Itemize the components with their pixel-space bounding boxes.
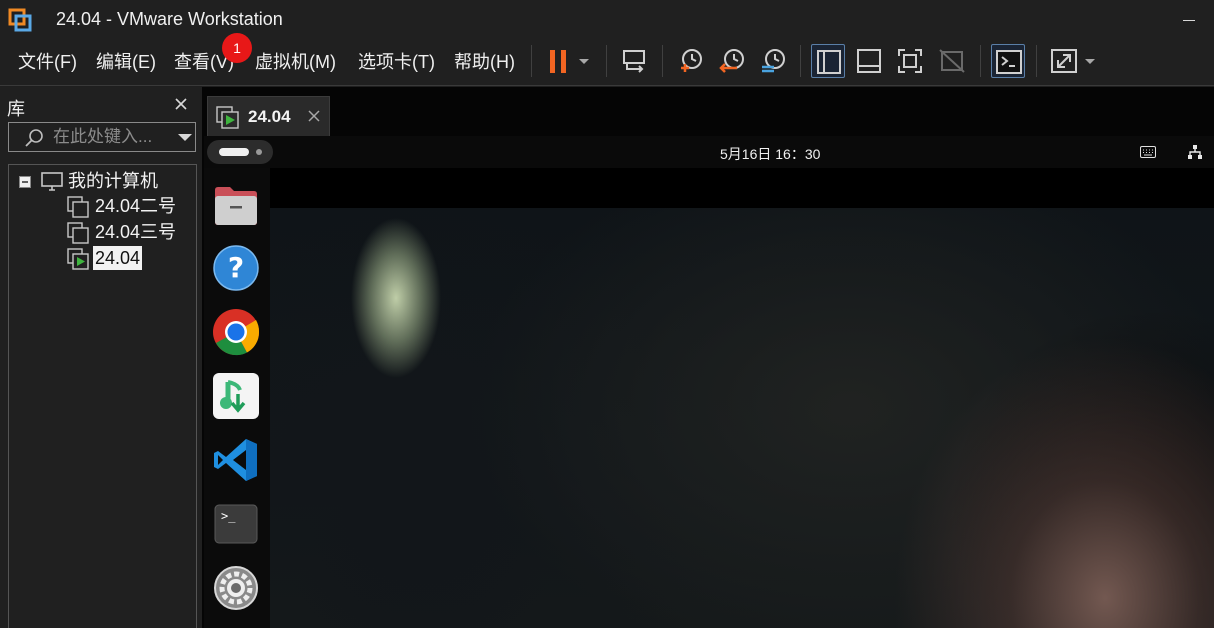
library-panel: 库 我的计算机 24.04二号: [0, 87, 202, 628]
files-icon: [215, 187, 257, 225]
workspace-indicator-icon: [219, 148, 249, 156]
vm-icon: [67, 196, 89, 218]
library-tree: 我的计算机 24.04二号 24.04三号 24.04: [8, 164, 197, 628]
full-screen-icon: [898, 49, 922, 73]
library-title: 库: [7, 99, 25, 119]
menu-toolbar-bar: 文件(F) 编辑(E) 查看(V) 虚拟机(M) 选项卡(T) 帮助(H): [0, 38, 1214, 86]
send-ctrl-alt-del-button[interactable]: [617, 44, 651, 78]
vscode-icon: [214, 439, 257, 481]
tree-vm-label: 24.04二号: [95, 196, 177, 216]
toolbar-divider: [606, 45, 607, 77]
workspace-dot-icon: [256, 149, 262, 155]
menu-file[interactable]: 文件(F): [18, 50, 77, 74]
settings-icon: [214, 566, 258, 610]
tab-vm[interactable]: 24.04: [207, 96, 330, 136]
notification-badge: 1: [222, 33, 252, 63]
close-icon[interactable]: [306, 108, 322, 124]
window-title: 24.04 - VMware Workstation: [56, 9, 283, 29]
stretch-guest-icon: [1051, 49, 1077, 73]
activities-button[interactable]: [207, 140, 273, 164]
vm-icon: [67, 222, 89, 244]
vmware-logo-icon: [8, 8, 32, 32]
dock-app-chrome[interactable]: [212, 308, 260, 356]
tab-label: 24.04: [248, 107, 291, 126]
menu-tabs[interactable]: 选项卡(T): [358, 50, 435, 74]
power-dropdown[interactable]: [572, 44, 596, 78]
toolbar-divider: [662, 45, 663, 77]
toolbar-divider: [800, 45, 801, 77]
show-library-button[interactable]: [811, 44, 845, 78]
toolbar-divider: [980, 45, 981, 77]
guest-top-bar: 5月16日 16：30: [204, 136, 1214, 168]
tree-root-label: 我的计算机: [68, 171, 158, 191]
tree-vm-item[interactable]: 24.04三号: [67, 220, 192, 244]
title-bar: 24.04 - VMware Workstation: [0, 0, 1214, 38]
dock-app-help[interactable]: ?: [212, 244, 260, 292]
guest-black-band: [270, 168, 1214, 208]
dropdown-arrow-icon: [579, 59, 589, 64]
revert-snapshot-button[interactable]: [715, 44, 749, 78]
toolbar-divider: [1036, 45, 1037, 77]
terminal-icon: >_: [214, 504, 258, 544]
console-view-button[interactable]: [991, 44, 1025, 78]
dock-app-files[interactable]: [212, 182, 260, 230]
show-library-icon: [817, 50, 841, 74]
chrome-icon: [213, 309, 260, 356]
help-icon: ?: [213, 245, 259, 291]
tree-vm-label: 24.04: [93, 246, 143, 270]
unity-button[interactable]: [935, 44, 969, 78]
dock-app-terminal[interactable]: >_: [212, 500, 260, 548]
console-view-icon: [996, 50, 1022, 74]
revert-snapshot-icon: [719, 49, 744, 73]
minimize-button[interactable]: [1178, 8, 1202, 30]
close-icon[interactable]: [172, 95, 190, 113]
tree-node-my-computer[interactable]: 我的计算机: [18, 169, 188, 193]
tree-vm-item-selected[interactable]: 24.04: [67, 246, 192, 270]
guest-clock[interactable]: 5月16日 16：30: [720, 144, 820, 164]
collapse-icon[interactable]: [19, 176, 31, 188]
keyboard-icon[interactable]: [1140, 146, 1156, 158]
show-thumbnail-bar-icon: [857, 49, 881, 73]
dock-app-vscode[interactable]: [212, 436, 260, 484]
music-download-icon: [213, 373, 259, 419]
desktop-wallpaper: [270, 208, 1214, 628]
vm-running-icon: [67, 248, 89, 270]
svg-text:>_: >_: [221, 509, 236, 523]
pause-button[interactable]: [542, 44, 576, 78]
chevron-down-icon[interactable]: [175, 126, 195, 150]
snapshot-manager-button[interactable]: [756, 44, 790, 78]
tree-vm-label: 24.04三号: [95, 222, 177, 242]
guest-dock: ? >_: [204, 168, 270, 628]
show-thumbnail-bar-button[interactable]: [852, 44, 886, 78]
tree-vm-item[interactable]: 24.04二号: [67, 194, 192, 218]
menu-edit[interactable]: 编辑(E): [96, 50, 156, 74]
pause-icon: [550, 50, 566, 73]
send-ctrl-alt-del-icon: [623, 50, 645, 73]
menu-help[interactable]: 帮助(H): [454, 50, 515, 74]
search-input[interactable]: [53, 126, 163, 148]
toolbar-divider: [531, 45, 532, 77]
dock-app-music[interactable]: [212, 372, 260, 420]
vm-running-icon: [216, 106, 239, 129]
svg-text:?: ?: [228, 251, 244, 284]
menu-vm[interactable]: 虚拟机(M): [255, 50, 336, 74]
dropdown-arrow-icon: [1085, 59, 1095, 64]
search-icon: [25, 129, 43, 147]
dock-app-settings[interactable]: [212, 564, 260, 612]
take-snapshot-icon: [681, 49, 702, 72]
snapshot-manager-icon: [762, 49, 785, 73]
stretch-dropdown[interactable]: [1079, 44, 1101, 78]
computer-icon: [41, 172, 63, 191]
guest-screen[interactable]: 5月16日 16：30 ? >_: [204, 136, 1214, 628]
take-snapshot-button[interactable]: [673, 44, 707, 78]
library-search: [8, 122, 196, 152]
network-icon[interactable]: [1187, 144, 1203, 160]
stretch-guest-button[interactable]: [1047, 44, 1081, 78]
full-screen-button[interactable]: [893, 44, 927, 78]
unity-icon: [939, 49, 965, 73]
